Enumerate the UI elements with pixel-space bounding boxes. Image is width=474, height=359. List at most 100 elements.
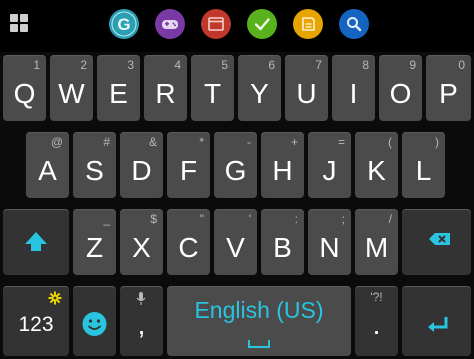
key-hint: = [337,135,345,149]
emoji-key[interactable] [73,286,116,356]
smiley-face-icon [82,312,107,336]
key-label: K [367,155,386,186]
key-hint: 6 [268,58,275,72]
grammar-g-icon[interactable]: G [109,9,139,39]
key-hint: + [290,135,298,149]
key-c[interactable]: " C [167,209,210,275]
svg-text:G: G [117,15,130,34]
key-label: N [319,232,340,263]
key-hint: 2 [80,58,87,72]
key-label: V [226,232,245,263]
key-w[interactable]: 2W [50,55,93,121]
key-label: L [415,155,432,186]
shift-arrow-icon [25,232,47,251]
key-hint: " [199,212,204,226]
key-hint: - [247,135,251,149]
backspace-icon [429,233,450,245]
key-label: G [224,155,247,186]
key-label: S [85,155,104,186]
key-h[interactable]: + H [261,132,304,198]
space-bar-icon [248,340,270,348]
comma-key[interactable]: , [120,286,163,356]
key-hint: 7 [315,58,322,72]
key-hint: # [103,135,110,149]
key-x[interactable]: $ X [120,209,163,275]
key-s[interactable]: # S [73,132,116,198]
key-label: P [439,78,458,109]
game-controller-icon[interactable] [155,9,185,39]
key-k[interactable]: (K [355,132,398,198]
key-f[interactable]: * F [167,132,210,198]
key-label: O [389,78,412,109]
key-m[interactable]: / M [355,209,398,275]
key-hint: 0 [458,58,465,72]
key-hint: ' [248,212,251,226]
keyboard: 1Q 2W 3E 4R 5T 6Y 7U 8I 9O 0P @ A # S & D *… [0,52,474,359]
key-hint: _ [103,212,110,226]
key-hint: & [148,135,157,149]
key-n[interactable]: ; N [308,209,351,275]
key-label: E [109,78,128,109]
enter-key[interactable] [402,286,471,356]
checkmark-icon[interactable] [247,9,277,39]
key-hint: ) [435,135,439,149]
key-g[interactable]: -G [214,132,257,198]
symbols-key[interactable]: 123 [3,286,69,356]
microphone-icon [136,292,146,305]
key-b[interactable]: :B [261,209,304,275]
key-label: J [322,155,337,186]
backspace-key[interactable] [402,209,471,275]
search-icon[interactable] [339,9,369,39]
key-label: M [364,232,389,263]
suggestion-toolbar: G [0,0,474,48]
key-l[interactable]: ) L [402,132,445,198]
key-hint: 8 [362,58,369,72]
key-label: Y [250,78,269,109]
key-hint: ( [388,135,392,149]
key-label: Z [85,232,104,263]
key-hint: / [388,212,392,226]
key-label: U [296,78,317,109]
apps-grid-icon[interactable] [8,12,32,36]
key-o[interactable]: 9O [379,55,422,121]
key-v[interactable]: ' V [214,209,257,275]
key-hint: 3 [127,58,134,72]
shift-key[interactable] [3,209,69,275]
key-t[interactable]: 5T [191,55,234,121]
key-r[interactable]: 4R [144,55,187,121]
space-key[interactable]: English (US) [167,286,351,356]
key-label: X [132,232,151,263]
key-u[interactable]: 7U [285,55,328,121]
notes-icon[interactable] [293,9,323,39]
key-label: F [179,155,198,186]
key-label: R [155,78,176,109]
key-j[interactable]: = J [308,132,351,198]
symbols-label: 123 [18,313,54,336]
key-hint: 4 [174,58,181,72]
key-p[interactable]: 0P [426,55,471,121]
key-q[interactable]: 1Q [3,55,46,121]
key-e[interactable]: 3E [97,55,140,121]
key-label: I [349,78,358,109]
key-d[interactable]: & D [120,132,163,198]
key-label: D [131,155,152,186]
key-hint: @ [50,135,63,149]
key-hint: '?! [370,290,383,304]
key-hint: 5 [221,58,228,72]
key-a[interactable]: @ A [26,132,69,198]
period-key[interactable]: '?! . [355,286,398,356]
period-label: . [372,309,381,340]
key-i[interactable]: 8I [332,55,375,121]
key-label: H [272,155,293,186]
key-hint: 9 [409,58,416,72]
key-label: C [178,232,199,263]
key-label: A [38,155,57,186]
key-label: W [58,78,85,109]
browser-window-icon[interactable] [201,9,231,39]
key-hint: * [199,135,204,149]
key-label: T [203,78,222,109]
language-label: English (US) [194,297,324,323]
key-hint: : [294,212,298,226]
key-y[interactable]: 6Y [238,55,281,121]
key-z[interactable]: _ Z [73,209,116,275]
